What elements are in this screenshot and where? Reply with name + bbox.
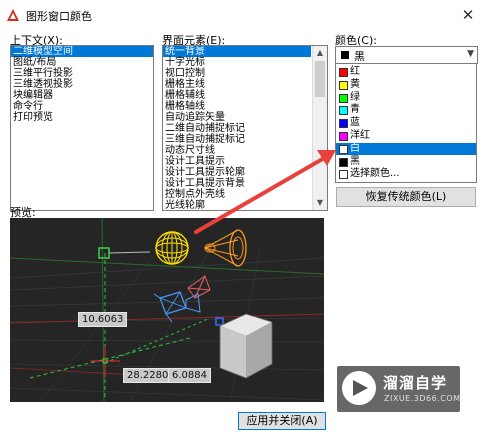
context-list-item[interactable]: 图纸/布局	[11, 57, 153, 68]
watermark-logo-icon	[342, 371, 376, 405]
interface-list-item[interactable]: 设计工具提示轮廓	[163, 167, 311, 178]
color-option-label: 白	[350, 142, 360, 154]
dimension-label-3: 6.0884	[168, 368, 211, 383]
color-combobox[interactable]: 黑 ▼	[335, 46, 478, 64]
interface-list-item[interactable]: 栅格轴线	[163, 101, 311, 112]
close-button[interactable]: ✕	[458, 6, 478, 24]
color-swatch-icon	[339, 68, 348, 77]
preview-viewport: 10.6063 28.2280 6.0884	[10, 218, 324, 402]
context-list-item[interactable]: 命令行	[11, 101, 153, 112]
chevron-down-icon[interactable]: ▼	[467, 49, 474, 59]
red-cone-icon	[187, 275, 211, 299]
interface-list-item[interactable]: 栅格主线	[163, 79, 311, 90]
color-option-label: 青	[350, 104, 360, 116]
interface-list-item[interactable]: 栅格辅线	[163, 90, 311, 101]
color-swatch	[341, 51, 349, 59]
interface-list-item[interactable]: 统一背景	[163, 46, 311, 57]
color-option[interactable]: 选择颜色...	[336, 168, 476, 180]
interface-list-item[interactable]: 动态尺寸线	[163, 145, 311, 156]
color-option[interactable]: 红	[336, 66, 476, 78]
scroll-up-icon[interactable]: ▲	[313, 46, 327, 60]
spotlight-icon	[204, 229, 247, 267]
color-option[interactable]: 绿	[336, 92, 476, 104]
interface-list-item[interactable]: 控制点外壳线	[163, 189, 311, 200]
color-option[interactable]: 白	[336, 142, 476, 155]
color-dropdown-list[interactable]: 红黄绿青蓝洋红白黑选择颜色...	[335, 63, 477, 183]
color-swatch-icon	[339, 170, 348, 180]
color-swatch-icon	[339, 93, 348, 103]
color-option[interactable]: 洋红	[336, 130, 476, 142]
color-swatch-icon	[339, 144, 348, 154]
interface-scrollbar[interactable]: ▲ ▼	[312, 46, 327, 210]
color-option-label: 黑	[350, 155, 360, 167]
interface-list-item[interactable]: 设计工具提示	[163, 156, 311, 167]
context-list-item[interactable]: 三维平行投影	[11, 68, 153, 79]
interface-list-item[interactable]: 设计工具提示背景	[163, 178, 311, 189]
context-list-item[interactable]: 块编辑器	[11, 90, 153, 101]
interface-list-item[interactable]: 十字光标	[163, 57, 311, 68]
color-option-label: 绿	[350, 91, 360, 103]
scroll-thumb[interactable]	[315, 61, 325, 97]
color-swatch-icon	[339, 106, 348, 116]
color-swatch-icon	[339, 119, 348, 129]
interface-list-item[interactable]: 二维自动捕捉标记	[163, 123, 311, 134]
context-list-item[interactable]: 二维模型空间	[11, 46, 153, 57]
color-swatch-icon	[339, 132, 348, 141]
context-listbox[interactable]: 二维模型空间 图纸/布局 三维平行投影 三维透视投影 块编辑器 命令行 打印预览	[10, 45, 154, 211]
watermark-url: ZIXUE.3D66.COM	[384, 394, 461, 403]
watermark: 溜溜自学 ZIXUE.3D66.COM	[337, 366, 460, 412]
color-option[interactable]: 青	[336, 104, 476, 116]
dimension-label-1: 10.6063	[78, 312, 128, 327]
interface-list-item[interactable]: 三维自动捕捉标记	[163, 134, 311, 145]
restore-classic-colors-button[interactable]: 恢复传统颜色(L)	[336, 187, 476, 207]
color-option-label: 红	[350, 66, 360, 77]
autocad-logo-icon	[7, 9, 19, 21]
color-option-label: 黄	[350, 78, 360, 90]
scroll-down-icon[interactable]: ▼	[313, 196, 327, 210]
light-sphere-icon	[155, 231, 189, 265]
watermark-title: 溜溜自学	[383, 374, 448, 392]
interface-element-listbox[interactable]: 统一背景 十字光标 视口控制 栅格主线 栅格辅线 栅格轴线 自动追踪矢量 二维自动捕捉标记 三维…	[162, 45, 328, 211]
title-bar: 图形窗口颜色 ✕	[0, 0, 486, 30]
window-title: 图形窗口颜色	[26, 10, 92, 23]
color-swatch-icon	[339, 157, 348, 167]
apply-and-close-button[interactable]: 应用并关闭(A)	[238, 412, 326, 430]
interface-list-item[interactable]: 光线轮廓	[163, 200, 311, 210]
interface-list-item[interactable]: 视口控制	[163, 68, 311, 79]
color-option-label: 选择颜色...	[350, 168, 400, 180]
gray-cube	[219, 313, 273, 379]
color-option-label: 蓝	[350, 117, 360, 129]
interface-list-item[interactable]: 自动追踪矢量	[163, 112, 311, 123]
color-selected-value: 黑	[354, 50, 365, 63]
color-swatch-icon	[339, 80, 348, 90]
context-list-item[interactable]: 三维透视投影	[11, 79, 153, 90]
color-option-label: 洋红	[350, 130, 370, 141]
color-option[interactable]: 黄	[336, 79, 476, 91]
color-option[interactable]: 黑	[336, 156, 476, 168]
color-option[interactable]: 蓝	[336, 117, 476, 129]
dimension-label-2: 28.2280	[123, 368, 173, 383]
context-list-item[interactable]: 打印预览	[11, 112, 153, 123]
